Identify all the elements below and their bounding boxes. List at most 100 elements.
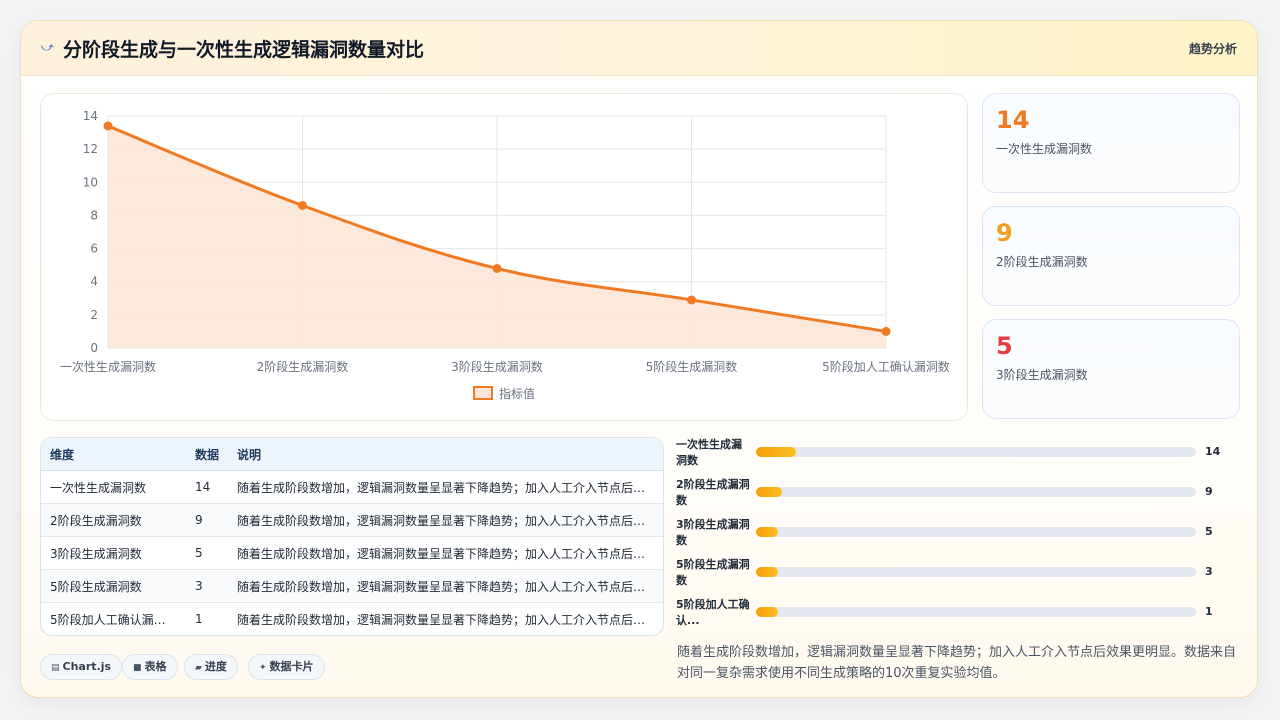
tag-chartjs[interactable]: ▤ Chart.js — [40, 654, 123, 680]
legend-label: 指标值 — [499, 386, 535, 401]
table-cell: 9 — [186, 503, 228, 537]
progress-value: 1 — [1205, 605, 1213, 618]
table-row: 2阶段生成漏洞数 9 随着生成阶段数增加，逻辑漏洞数量呈显著下降趋势；加入人工介… — [41, 503, 663, 537]
table-cell: 5阶段加人工确认漏洞数 — [50, 612, 178, 627]
sparkle-icon: ✦ — [259, 663, 267, 673]
table-cell: 一次性生成漏洞数 — [41, 470, 186, 504]
table-cell: 3 — [186, 569, 228, 603]
table-header-row: 维度 数据 说明 — [41, 438, 663, 471]
table-cell: 随着生成阶段数增加，逻辑漏洞数量呈显著下降趋势；加入人工介入节点后效果更明显。 — [228, 569, 663, 603]
table-cell: 随着生成阶段数增加，逻辑漏洞数量呈显著下降趋势；加入人工介入节点后效果更明显。 — [228, 470, 663, 504]
chart-line-icon: ⤻ — [41, 40, 54, 54]
tag-label: 进度 — [204, 660, 227, 673]
table-header-cell: 数据 — [186, 438, 228, 471]
stat-value: 9 — [996, 219, 1013, 247]
progress-label: 5阶段加人工确认... — [676, 598, 750, 627]
table-cell: 5阶段生成漏洞数 — [41, 569, 186, 603]
progress-value: 5 — [1205, 525, 1213, 538]
data-point — [103, 121, 113, 131]
tag-label: Chart.js — [62, 660, 112, 673]
progress-fill — [756, 487, 783, 497]
y-tick-label: 12 — [83, 142, 98, 156]
progress-fill — [756, 607, 778, 617]
x-tick-label: 5阶段生成漏洞数 — [646, 359, 738, 374]
progress-row: 2阶段生成漏洞数 9 — [676, 477, 1236, 511]
progress-label: 3阶段生成漏洞数 — [676, 518, 750, 547]
table-cell: 14 — [186, 470, 228, 504]
y-tick-label: 2 — [90, 308, 98, 322]
page-title: 分阶段生成与一次性生成逻辑漏洞数量对比 — [63, 39, 425, 61]
stat-value: 14 — [996, 106, 1030, 134]
legend-swatch — [473, 386, 493, 400]
table-cell: 随着生成阶段数增加，逻辑漏洞数量呈显著下降趋势；加入人工介入节点后效果更明显。 — [228, 536, 663, 570]
tag-table[interactable]: ■ 表格 — [122, 654, 178, 680]
data-table-panel: 维度 数据 说明 一次性生成漏洞数 14 随着生成阶段数增加，逻辑漏洞数量呈显著… — [40, 437, 664, 636]
table-cell: 随着生成阶段数增加，逻辑漏洞数量呈显著下降趋势；加入人工介入节点后效果更明显。 — [237, 612, 663, 627]
progress-row: 一次性生成漏洞数 14 — [676, 437, 1236, 471]
stat-card: 14 一次性生成漏洞数 — [982, 93, 1240, 193]
progress-row: 3阶段生成漏洞数 5 — [676, 517, 1236, 551]
table-row: 5阶段生成漏洞数 3 随着生成阶段数增加，逻辑漏洞数量呈显著下降趋势；加入人工介… — [41, 569, 663, 603]
table-cell: 3阶段生成漏洞数 — [41, 536, 186, 570]
trend-tag: 趋势分析 — [1188, 42, 1237, 56]
stat-card: 5 3阶段生成漏洞数 — [982, 319, 1240, 419]
x-tick-label: 3阶段生成漏洞数 — [451, 359, 543, 374]
data-table: 维度 数据 说明 一次性生成漏洞数 14 随着生成阶段数增加，逻辑漏洞数量呈显著… — [41, 438, 663, 635]
chart-note: 随着生成阶段数增加，逻辑漏洞数量呈显著下降趋势；加入人工介入节点后效果更明显。数… — [677, 645, 1237, 681]
progress-track — [756, 527, 1196, 537]
area-chart: 0 2 4 6 8 10 12 14 一次性生成漏洞数 2阶段生成漏洞数 3阶段生成漏洞数 5阶段生成… — [60, 109, 950, 401]
y-tick-label: 0 — [90, 341, 98, 355]
data-point — [298, 200, 307, 210]
table-header-cell: 说明 — [228, 438, 663, 471]
progress-track — [756, 607, 1196, 617]
dashboard-card: ⤻ 分阶段生成与一次性生成逻辑漏洞数量对比 趋势分析 0 2 4 6 8 10 12 14 一次… — [20, 20, 1258, 698]
progress-fill — [756, 447, 796, 457]
y-tick-label: 6 — [90, 242, 98, 256]
chart-icon: ▤ — [51, 663, 60, 673]
table-cell: 随着生成阶段数增加，逻辑漏洞数量呈显著下降趋势；加入人工介入节点后效果更明显。 — [228, 503, 663, 537]
table-row: 3阶段生成漏洞数 5 随着生成阶段数增加，逻辑漏洞数量呈显著下降趋势；加入人工介… — [41, 536, 663, 570]
y-tick-label: 10 — [83, 175, 98, 189]
progress-fill — [756, 527, 778, 537]
table-header-cell: 维度 — [41, 438, 186, 471]
progress-icon: ▰ — [195, 663, 202, 673]
progress-track — [756, 447, 1196, 457]
table-cell: 2阶段生成漏洞数 — [41, 503, 186, 537]
x-tick-label: 2阶段生成漏洞数 — [257, 359, 349, 374]
progress-value: 9 — [1205, 485, 1213, 498]
data-point — [492, 263, 502, 273]
tag-label: 表格 — [144, 660, 167, 673]
y-tick-label: 8 — [90, 208, 98, 222]
stat-label: 一次性生成漏洞数 — [996, 142, 1093, 156]
progress-track — [756, 487, 1196, 497]
stat-value: 5 — [996, 332, 1013, 360]
progress-label: 5阶段生成漏洞数 — [676, 558, 750, 587]
tag-data-card[interactable]: ✦ 数据卡片 — [248, 654, 325, 680]
y-tick-label: 4 — [90, 275, 98, 289]
stat-card: 9 2阶段生成漏洞数 — [982, 206, 1240, 306]
tag-label: 数据卡片 — [269, 660, 314, 673]
progress-label: 2阶段生成漏洞数 — [676, 478, 750, 507]
y-tick-label: 14 — [83, 109, 98, 123]
table-icon: ■ — [133, 663, 142, 673]
tag-progress[interactable]: ▰ 进度 — [184, 654, 238, 680]
progress-fill — [756, 567, 778, 577]
data-point — [881, 326, 891, 336]
progress-value: 14 — [1205, 445, 1221, 458]
progress-label: 一次性生成漏洞数 — [676, 438, 742, 467]
table-row: 一次性生成漏洞数 14 随着生成阶段数增加，逻辑漏洞数量呈显著下降趋势；加入人工… — [41, 470, 663, 504]
card-header: ⤻ 分阶段生成与一次性生成逻辑漏洞数量对比 趋势分析 — [21, 21, 1257, 76]
progress-track — [756, 567, 1196, 577]
table-row: 5阶段加人工确认漏洞数 1 随着生成阶段数增加，逻辑漏洞数量呈显著下降趋势；加入… — [41, 603, 663, 636]
progress-value: 3 — [1205, 565, 1213, 578]
chart-panel: 0 2 4 6 8 10 12 14 一次性生成漏洞数 2阶段生成漏洞数 3阶段生成漏洞数 5阶段生成… — [40, 93, 968, 421]
table-cell: 1 — [195, 612, 203, 626]
data-point — [687, 295, 696, 305]
x-tick-label: 5阶段加人工确认漏洞数 — [822, 359, 950, 374]
x-tick-label: 一次性生成漏洞数 — [60, 359, 156, 374]
progress-row: 5阶段加人工确认... 1 — [676, 597, 1236, 631]
stat-label: 2阶段生成漏洞数 — [996, 255, 1088, 269]
progress-row: 5阶段生成漏洞数 3 — [676, 557, 1236, 591]
table-cell: 5 — [186, 536, 228, 570]
stat-label: 3阶段生成漏洞数 — [996, 368, 1088, 382]
